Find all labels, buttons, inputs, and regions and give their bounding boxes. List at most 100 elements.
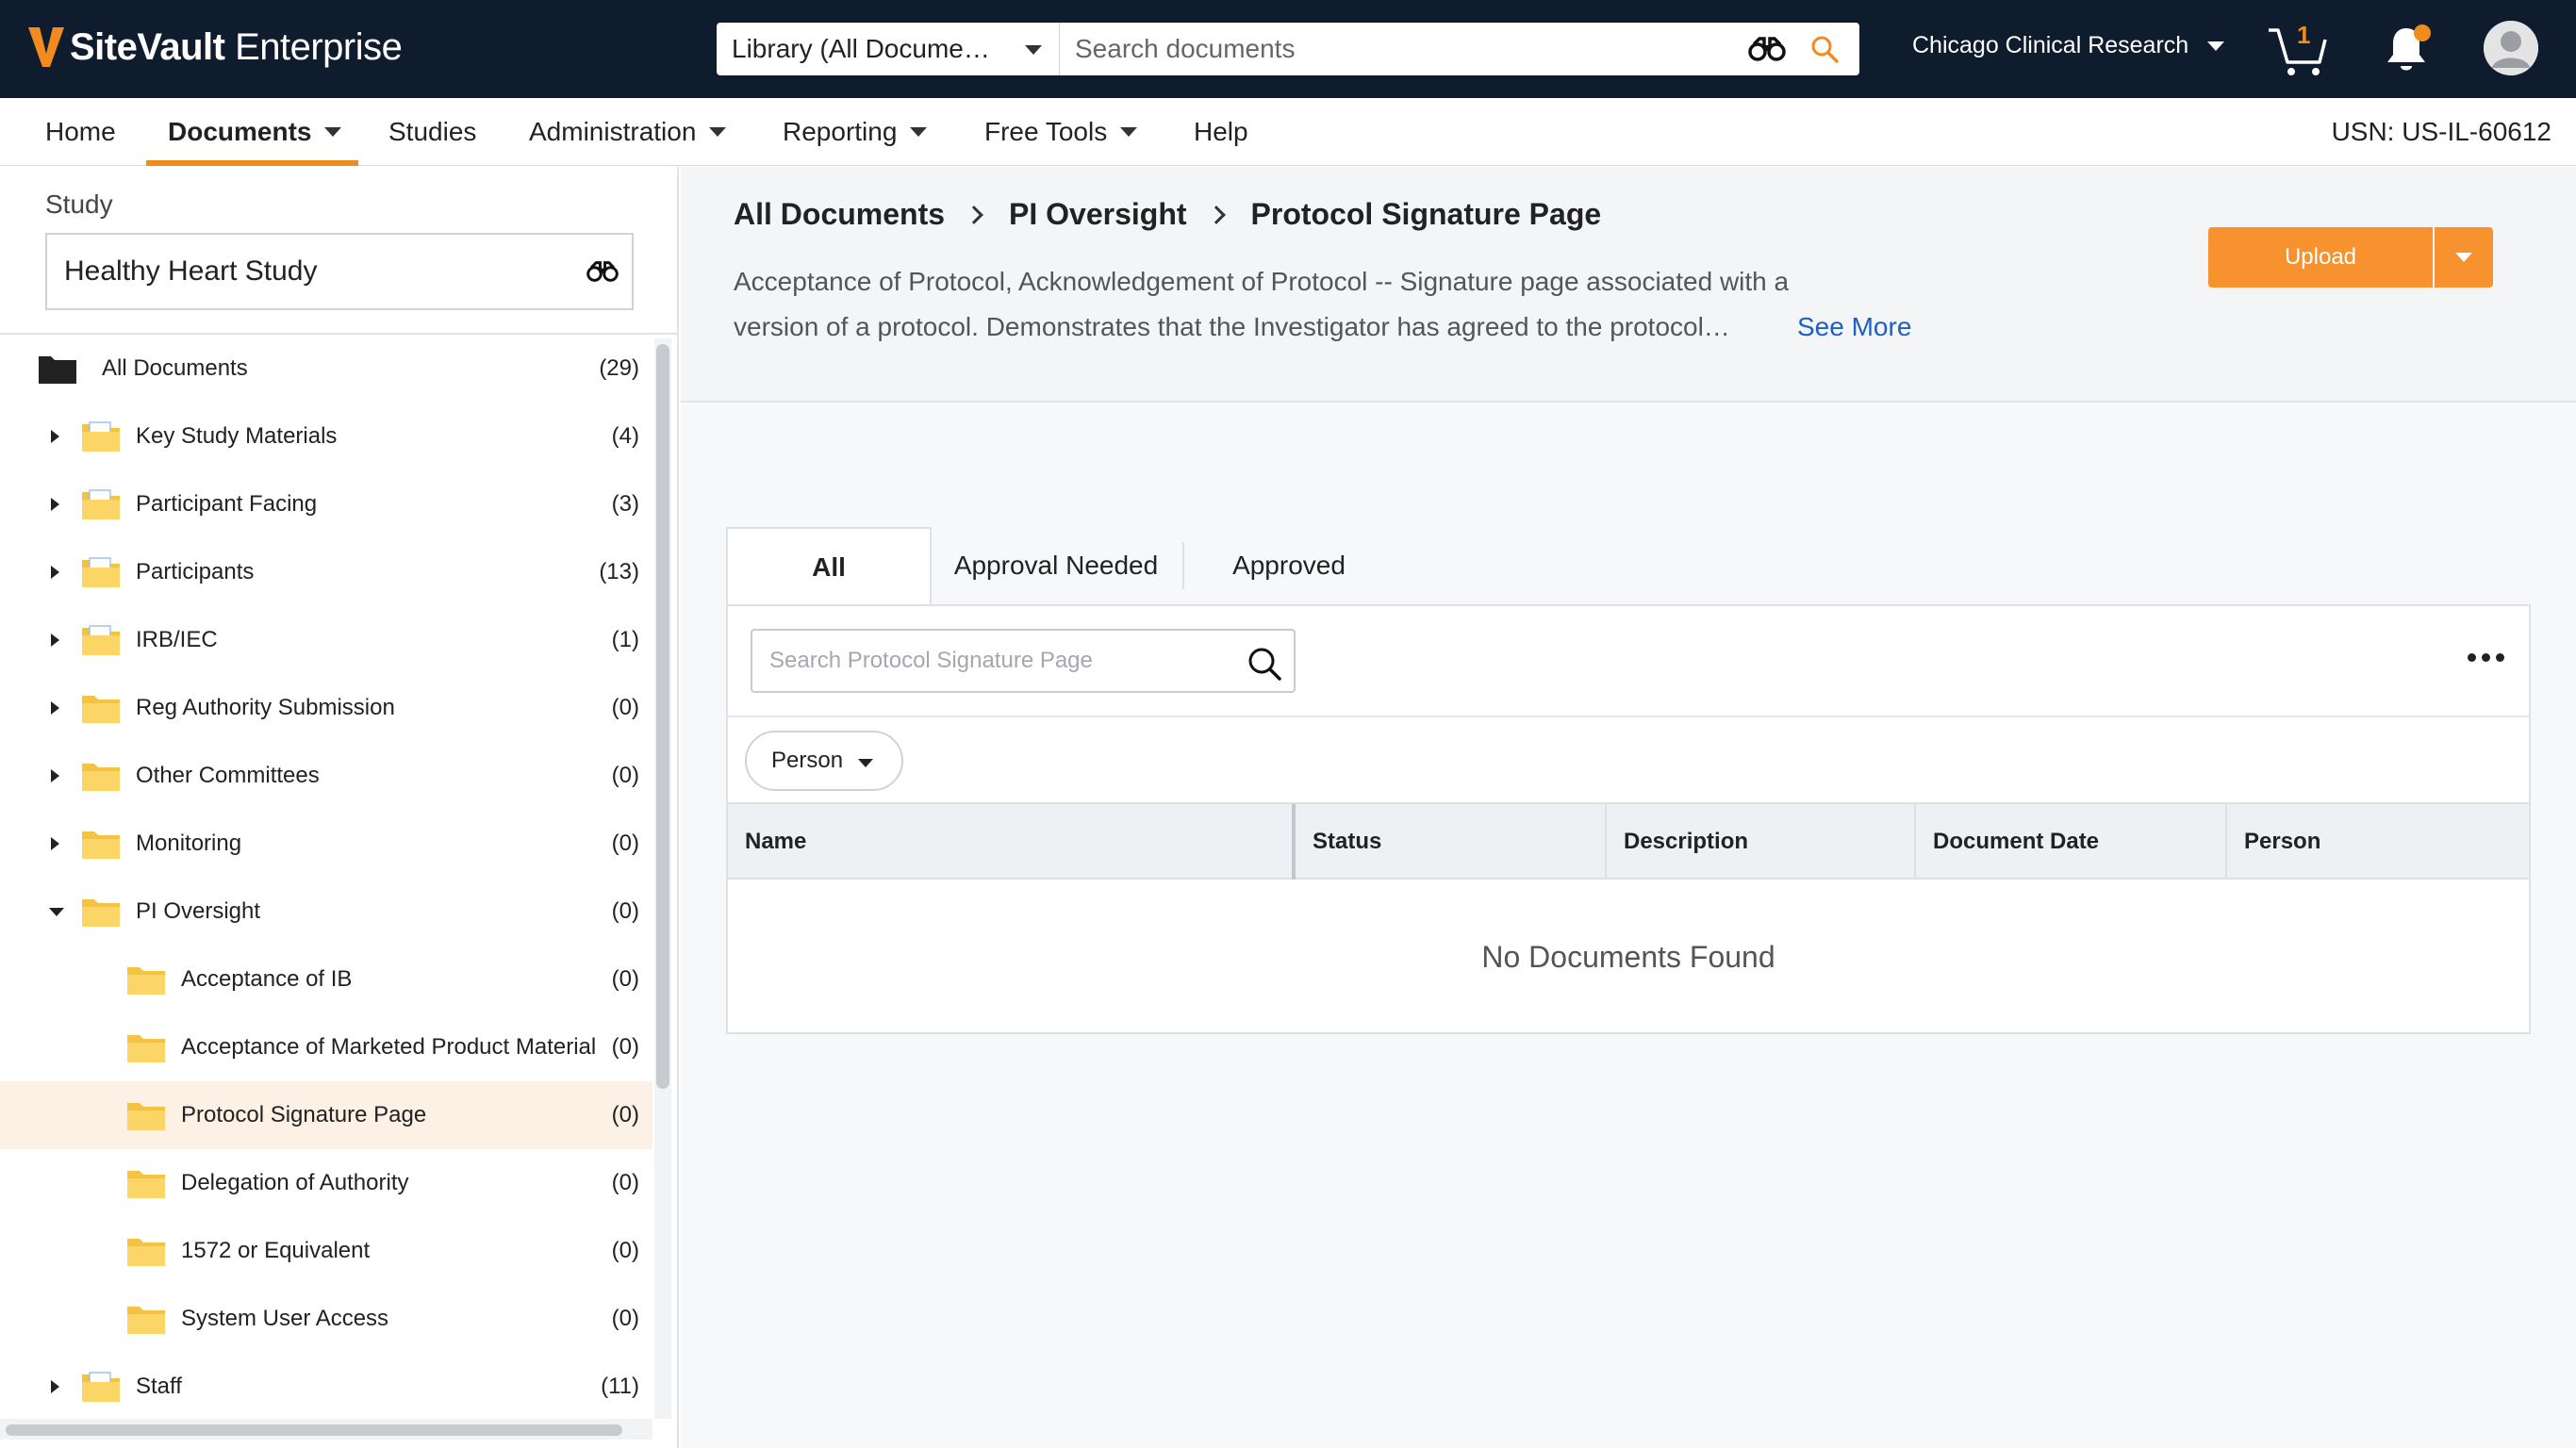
user-avatar-icon	[2484, 21, 2538, 75]
chevron-down-icon	[910, 127, 928, 137]
nav-administration[interactable]: Administration	[529, 98, 727, 166]
nav-help[interactable]: Help	[1194, 98, 1248, 166]
upload-button-group: Upload	[2208, 227, 2493, 288]
breadcrumb-pi-oversight[interactable]: PI Oversight	[1009, 197, 1187, 232]
tree-horizontal-scrollbar[interactable]	[0, 1419, 652, 1440]
tree-item-label: Key Study Materials	[136, 423, 338, 449]
tree-item[interactable]: PI Oversight (0)	[0, 878, 652, 946]
folder-icon	[82, 831, 120, 859]
folder-icon	[127, 1171, 165, 1198]
breadcrumb-current: Protocol Signature Page	[1250, 197, 1602, 231]
person-filter[interactable]: Person	[745, 731, 903, 791]
study-value: Healthy Heart Study	[64, 255, 318, 287]
tree-item-label: Protocol Signature Page	[181, 1102, 427, 1127]
expand-right-icon[interactable]	[51, 837, 59, 850]
tab-approved[interactable]: Approved	[1184, 527, 1394, 604]
tab-bar: All Approval Needed Approved	[726, 527, 2531, 606]
see-more-link[interactable]: See More	[1797, 304, 1911, 350]
tree-item-label: PI Oversight	[136, 898, 261, 924]
tree-item[interactable]: Reg Authority Submission (0)	[0, 674, 652, 742]
organization-selector[interactable]: Chicago Clinical Research	[1912, 32, 2225, 59]
tree-item[interactable]: Acceptance of IB (0)	[0, 946, 652, 1013]
nav-documents[interactable]: Documents	[168, 98, 342, 166]
tree-item[interactable]: IRB/IEC (1)	[0, 606, 652, 674]
tree-item-count: (0)	[611, 831, 639, 856]
tree-item[interactable]: System User Access (0)	[0, 1285, 652, 1353]
tree-item[interactable]: Participants (13)	[0, 538, 652, 606]
column-header-description[interactable]: Description	[1607, 804, 1914, 880]
search-icon[interactable]	[1810, 35, 1839, 63]
search-input[interactable]	[1060, 23, 1748, 75]
expand-right-icon[interactable]	[51, 1380, 59, 1393]
column-header-person[interactable]: Person	[2227, 804, 2529, 880]
expand-right-icon[interactable]	[51, 634, 59, 647]
study-selector[interactable]: Healthy Heart Study	[45, 233, 634, 310]
expand-right-icon[interactable]	[51, 566, 59, 579]
tree-item[interactable]: All Documents (29)	[0, 335, 652, 403]
upload-button[interactable]: Upload	[2208, 227, 2433, 288]
tree-item[interactable]: Acceptance of Marketed Product Material (…	[0, 1013, 652, 1081]
binoculars-icon[interactable]	[1748, 36, 1786, 62]
nav-free-tools[interactable]: Free Tools	[984, 98, 1138, 166]
folder-icon	[127, 1035, 165, 1062]
breadcrumb: All Documents PI Oversight Protocol Sign…	[734, 197, 1601, 232]
tree-item-count: (0)	[611, 1238, 639, 1263]
tree-item-label: Acceptance of IB	[181, 966, 353, 992]
chevron-down-icon	[2455, 253, 2472, 262]
breadcrumb-all-documents[interactable]: All Documents	[734, 197, 945, 232]
expand-right-icon[interactable]	[51, 701, 59, 715]
folder-header: All Documents PI Oversight Protocol Sign…	[681, 167, 2576, 403]
table-search-input[interactable]	[752, 648, 1224, 674]
tree-item[interactable]: Other Committees (0)	[0, 742, 652, 810]
tab-all[interactable]: All	[726, 527, 932, 606]
tree-item-count: (0)	[611, 1306, 639, 1331]
nav-studies[interactable]: Studies	[388, 98, 476, 166]
column-header-status[interactable]: Status	[1296, 804, 1605, 880]
table-search	[751, 629, 1296, 693]
tree-item[interactable]: 1572 or Equivalent (0)	[0, 1217, 652, 1285]
column-header-name[interactable]: Name	[728, 804, 1292, 880]
tree-item-count: (13)	[599, 559, 639, 584]
chevron-down-icon	[858, 759, 873, 767]
tree-item[interactable]: Staff (11)	[0, 1353, 652, 1419]
tab-approval-needed[interactable]: Approval Needed	[932, 527, 1181, 604]
folder-icon	[82, 696, 120, 723]
nav-reporting[interactable]: Reporting	[783, 98, 928, 166]
tree-item[interactable]: Protocol Signature Page (0)	[0, 1081, 652, 1149]
logo-text-bold: SiteVault	[70, 25, 225, 68]
folder-icon	[82, 764, 120, 791]
tree-item-count: (0)	[611, 763, 639, 788]
nav-documents-label: Documents	[168, 117, 312, 146]
tree-item[interactable]: Monitoring (0)	[0, 810, 652, 878]
scrollbar-thumb[interactable]	[656, 344, 669, 1089]
sitevault-logo[interactable]: SiteVault Enterprise	[26, 21, 403, 74]
tree-item-count: (29)	[599, 355, 639, 381]
tree-item-label: Delegation of Authority	[181, 1170, 409, 1195]
avatar[interactable]	[2484, 21, 2538, 75]
tree-item-label: Monitoring	[136, 831, 242, 856]
scrollbar-thumb[interactable]	[6, 1424, 622, 1436]
search-icon[interactable]	[1247, 646, 1282, 682]
organization-name: Chicago Clinical Research	[1912, 32, 2189, 58]
tree-item[interactable]: Participant Facing (3)	[0, 470, 652, 538]
nav-free-tools-label: Free Tools	[984, 117, 1108, 146]
global-search: Library (All Docume…	[717, 23, 1859, 75]
more-options-icon[interactable]	[2462, 653, 2504, 662]
expand-right-icon[interactable]	[51, 498, 59, 511]
search-scope-dropdown[interactable]: Library (All Docume…	[717, 23, 1060, 75]
expand-right-icon[interactable]	[51, 430, 59, 443]
expand-down-icon[interactable]	[49, 908, 64, 916]
divider	[728, 716, 2529, 717]
binoculars-icon[interactable]	[586, 259, 619, 284]
column-header-document-date[interactable]: Document Date	[1916, 804, 2225, 880]
search-scope-label: Library (All Docume…	[732, 34, 990, 63]
expand-right-icon[interactable]	[51, 769, 59, 782]
tree-vertical-scrollbar[interactable]	[654, 338, 671, 1419]
column-label: Description	[1624, 829, 1749, 854]
tree-item[interactable]: Key Study Materials (4)	[0, 403, 652, 470]
nav-home[interactable]: Home	[45, 98, 116, 166]
tree-item[interactable]: Delegation of Authority (0)	[0, 1149, 652, 1217]
document-tree: All Documents (29) Key Study Materials (4) P…	[0, 335, 652, 1419]
tree-item-label: IRB/IEC	[136, 627, 218, 652]
upload-options-button[interactable]	[2435, 227, 2493, 288]
